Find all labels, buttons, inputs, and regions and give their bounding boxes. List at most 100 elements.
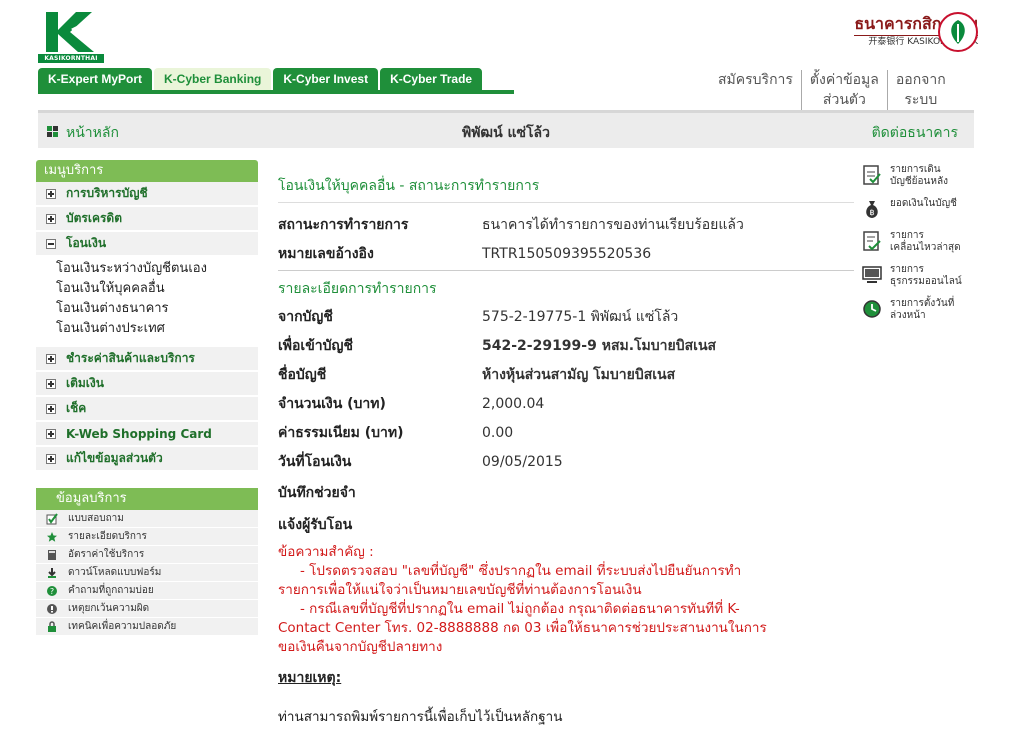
quick-link-online-transactions[interactable]: รายการ ธุรกรรมออนไลน์: [862, 264, 972, 288]
info-item-label: ดาวน์โหลดแบบฟอร์ม: [68, 567, 162, 578]
remark-title: หมายเหตุ:: [278, 670, 342, 686]
expand-icon: [46, 353, 56, 364]
amount-value: 2,000.04: [482, 396, 545, 412]
computer-icon: [862, 266, 882, 283]
settings-link-line2: ส่วนตัว: [822, 92, 866, 108]
menu-title: เมนูบริการ: [36, 160, 258, 182]
info-item-label: รายละเอียดบริการ: [68, 531, 147, 542]
fee-value: 0.00: [482, 425, 514, 441]
menu-item-bill-payment[interactable]: ชำระค่าสินค้าและบริการ: [36, 347, 258, 372]
amount-row: จำนวนเงิน (บาท) 2,000.04: [278, 390, 854, 419]
logout-link-line2: ระบบ: [904, 92, 938, 108]
amount-label: จำนวนเงิน (บาท): [278, 396, 386, 412]
quick-link-line1: ยอดเงินในบัญชี: [890, 198, 957, 209]
menu-item-account-management[interactable]: การบริหารบัญชี: [36, 182, 258, 207]
clock-icon: [863, 300, 881, 318]
submenu-own-account[interactable]: โอนเงินระหว่างบัญชีตนเอง: [56, 259, 258, 279]
to-account-row: เพื่อเข้าบัญชี 542-2-29199-9 หสม.โมบายบิ…: [278, 332, 854, 361]
menu-item-label: การบริหารบัญชี: [66, 186, 148, 200]
expand-icon: [46, 378, 56, 389]
info-item-label: เหตุยกเว้นความผิด: [68, 603, 150, 614]
notice-title: ข้อความสำคัญ :: [278, 544, 374, 560]
service-info: ข้อมูลบริการ แบบสอบถาม รายละเอียดบริการ …: [36, 488, 258, 636]
menu-item-label: K-Web Shopping Card: [66, 426, 212, 441]
settings-link[interactable]: ตั้งค่าข้อมูล ส่วนตัว: [800, 70, 887, 110]
product-tabs: K-Expert MyPort K-Cyber Banking K-Cyber …: [38, 68, 483, 92]
account-name-value: ห้างหุ้นส่วนสามัญ โมบายบิสเนส: [482, 367, 676, 383]
status-label: สถานะการทำรายการ: [278, 217, 409, 233]
menu-item-cheque[interactable]: เช็ค: [36, 397, 258, 422]
quick-link-recent-activity[interactable]: รายการ เคลื่อนไหวล่าสุด: [862, 230, 972, 254]
fee-label: ค่าธรรมเนียม (บาท): [278, 425, 404, 441]
money-bag-icon: ฿: [866, 201, 878, 218]
quick-link-statement-history[interactable]: รายการเดิน บัญชีย้อนหลัง: [862, 164, 972, 188]
notify-label: แจ้งผู้รับโอน: [278, 517, 353, 533]
menu-item-edit-profile[interactable]: แก้ไขข้อมูลส่วนตัว: [36, 447, 258, 472]
contact-bank-link[interactable]: ติดต่อธนาคาร: [872, 122, 958, 144]
register-link-line1: สมัครบริการ: [718, 72, 793, 88]
kasikorn-logo[interactable]: KASIKORNTHAI: [38, 10, 104, 64]
memo-label: บันทึกช่วยจำ: [278, 485, 356, 501]
from-account-row: จากบัญชี 575-2-19775-1 พิพัฒน์ แซ่โล้ว: [278, 303, 854, 332]
info-item-label: คำถามที่ถูกถามบ่อย: [68, 585, 154, 596]
download-icon: [48, 567, 56, 578]
info-item-label: แบบสอบถาม: [68, 513, 124, 524]
tab-k-cyber-trade[interactable]: K-Cyber Trade: [380, 68, 483, 90]
quick-link-balance[interactable]: ฿ ยอดเงินในบัญชี: [862, 198, 972, 220]
quick-link-line1: รายการตั้งวันที่: [890, 298, 955, 309]
quick-link-line1: รายการเดิน: [890, 164, 941, 175]
collapse-icon: [46, 238, 56, 249]
page-title: โอนเงินให้บุคคลอื่น - สถานะการทำรายการ: [278, 170, 854, 203]
tab-k-cyber-invest[interactable]: K-Cyber Invest: [273, 68, 379, 90]
settings-link-line1: ตั้งค่าข้อมูล: [809, 72, 879, 88]
date-label: วันที่โอนเงิน: [278, 454, 352, 470]
notice-line: - กรณีเลขที่บัญชีที่ปรากฏใน email ไม่ถูก…: [300, 601, 740, 617]
transfer-submenu: โอนเงินระหว่างบัญชีตนเอง โอนเงินให้บุคคล…: [36, 257, 258, 347]
menu-item-transfer[interactable]: โอนเงิน: [36, 232, 258, 257]
submenu-overseas[interactable]: โอนเงินต่างประเทศ: [56, 319, 258, 339]
info-download-forms[interactable]: ดาวน์โหลดแบบฟอร์ม: [36, 564, 258, 582]
notice-line: รายการเพื่อให้แน่ใจว่าเป็นหมายเลขบัญชีที…: [278, 582, 642, 598]
info-disclaimer[interactable]: เหตุยกเว้นความผิด: [36, 600, 258, 618]
reference-label: หมายเลขอ้างอิง: [278, 246, 374, 262]
important-notice: ข้อความสำคัญ : - โปรดตรวจสอบ "เลขที่บัญช…: [278, 543, 854, 657]
from-account-value: 575-2-19775-1 พิพัฒน์ แซ่โล้ว: [482, 309, 679, 325]
info-fees[interactable]: อัตราค่าใช้บริการ: [36, 546, 258, 564]
info-security-tips[interactable]: เทคนิคเพื่อความปลอดภัย: [36, 618, 258, 636]
notice-line: Contact Center โทร. 02-8888888 กด 03 เพื…: [278, 620, 767, 636]
info-survey[interactable]: แบบสอบถาม: [36, 510, 258, 528]
menu-item-label: เช็ค: [66, 401, 87, 415]
logo-text: KASIKORNTHAI: [38, 54, 104, 63]
expand-icon: [46, 188, 56, 199]
warning-icon: [47, 603, 57, 614]
tab-k-expert-myport[interactable]: K-Expert MyPort: [38, 68, 153, 90]
info-faq[interactable]: ? คำถามที่ถูกถามบ่อย: [36, 582, 258, 600]
menu-item-credit-card[interactable]: บัตรเครดิต: [36, 207, 258, 232]
quick-link-line2: เคลื่อนไหวล่าสุด: [890, 242, 961, 253]
quick-link-line1: รายการ: [890, 230, 924, 241]
submenu-other-bank[interactable]: โอนเงินต่างธนาคาร: [56, 299, 258, 319]
menu-item-shopping-card[interactable]: K-Web Shopping Card: [36, 422, 258, 447]
reference-row: หมายเลขอ้างอิง TRTR150509395520536: [278, 240, 854, 269]
reference-value: TRTR150509395520536: [482, 246, 652, 262]
faq-icon: ?: [47, 585, 57, 596]
star-icon: [47, 531, 57, 542]
notice-line: - โปรดตรวจสอบ "เลขที่บัญชี" ซึ่งปรากฏใน …: [300, 563, 742, 579]
quick-link-line2: ล่วงหน้า: [890, 310, 926, 321]
menu-item-label: บัตรเครดิต: [66, 211, 123, 225]
register-link[interactable]: สมัครบริการ: [710, 70, 801, 110]
info-service-details[interactable]: รายละเอียดบริการ: [36, 528, 258, 546]
account-name-label: ชื่อบัญชี: [278, 367, 327, 383]
tab-k-cyber-banking[interactable]: K-Cyber Banking: [154, 68, 272, 90]
status-value: ธนาคารได้ทำรายการของท่านเรียบร้อยแล้ว: [482, 217, 744, 233]
lock-icon: [48, 620, 56, 632]
k-logo-icon: [46, 12, 97, 52]
notice-line: ขอเงินคืนจากบัญชีปลายทาง: [278, 639, 443, 655]
quick-link-scheduled[interactable]: รายการตั้งวันที่ ล่วงหน้า: [862, 298, 972, 322]
menu-item-top-up[interactable]: เติมเงิน: [36, 372, 258, 397]
logout-link[interactable]: ออกจาก ระบบ: [886, 70, 954, 110]
quick-link-line1: รายการ: [890, 264, 924, 275]
submenu-other-person[interactable]: โอนเงินให้บุคคลอื่น: [56, 279, 258, 299]
menu-item-label: เติมเงิน: [66, 376, 104, 390]
details-title: รายละเอียดการทำรายการ: [278, 281, 437, 297]
